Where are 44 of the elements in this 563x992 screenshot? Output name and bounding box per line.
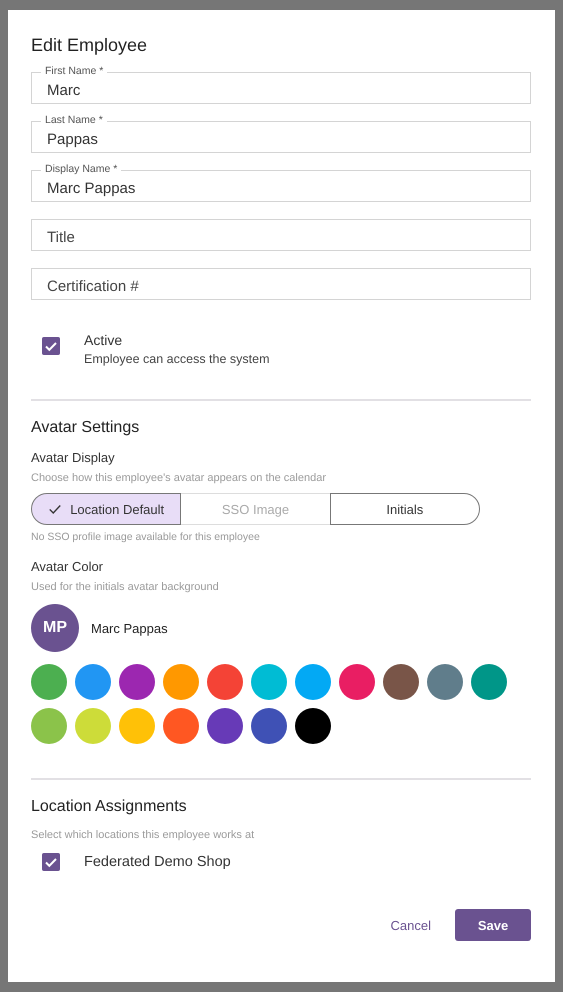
input-field[interactable]: Certification # <box>31 268 531 300</box>
color-swatch[interactable] <box>31 664 67 700</box>
save-button[interactable]: Save <box>455 909 531 941</box>
color-swatch[interactable] <box>251 708 287 744</box>
color-swatch[interactable] <box>339 664 375 700</box>
field-label: Avatar Color <box>31 559 104 574</box>
field-label: Last Name * <box>41 114 107 126</box>
color-swatch[interactable] <box>75 708 111 744</box>
field-label: Display Name * <box>41 163 122 175</box>
color-swatch[interactable] <box>207 664 243 700</box>
color-swatch[interactable] <box>163 664 199 700</box>
input-field[interactable]: Title <box>31 219 531 251</box>
color-swatch[interactable] <box>383 664 419 700</box>
field-label: First Name * <box>41 65 108 77</box>
color-swatch[interactable] <box>75 664 111 700</box>
check-icon <box>48 502 62 516</box>
color-swatch[interactable] <box>31 708 67 744</box>
hint-text: Used for the initials avatar background <box>31 581 220 593</box>
checkbox-label: Active <box>84 331 124 350</box>
segment-button[interactable]: Initials <box>330 493 480 525</box>
dialog-title: Edit Employee <box>31 36 148 55</box>
checkbox-description: Employee can access the system <box>84 352 270 366</box>
color-swatch[interactable] <box>295 664 331 700</box>
color-swatch[interactable] <box>163 708 199 744</box>
hint-text: No SSO profile image available for this employee <box>31 531 261 543</box>
hint-text: Choose how this employee's avatar appears on the calendar <box>31 472 328 484</box>
avatar: MP <box>31 604 79 652</box>
color-swatch[interactable] <box>119 708 155 744</box>
color-swatch[interactable] <box>295 708 331 744</box>
field-label: Avatar Display <box>31 450 116 465</box>
checkbox[interactable] <box>42 337 60 355</box>
checkbox-label: Federated Demo Shop <box>84 853 231 872</box>
checkbox[interactable] <box>42 853 60 871</box>
section-heading: Avatar Settings <box>31 418 140 438</box>
section-heading: Location Assignments <box>31 797 188 817</box>
color-swatch[interactable] <box>207 708 243 744</box>
color-swatch[interactable] <box>427 664 463 700</box>
color-swatch[interactable] <box>251 664 287 700</box>
hint-text: Select which locations this employee works at <box>31 829 256 841</box>
avatar-name: Marc Pappas <box>91 620 168 636</box>
cancel-button[interactable]: Cancel <box>386 909 435 941</box>
segment-button[interactable]: Location Default <box>31 493 182 525</box>
color-swatch[interactable] <box>119 664 155 700</box>
color-swatch[interactable] <box>471 664 507 700</box>
